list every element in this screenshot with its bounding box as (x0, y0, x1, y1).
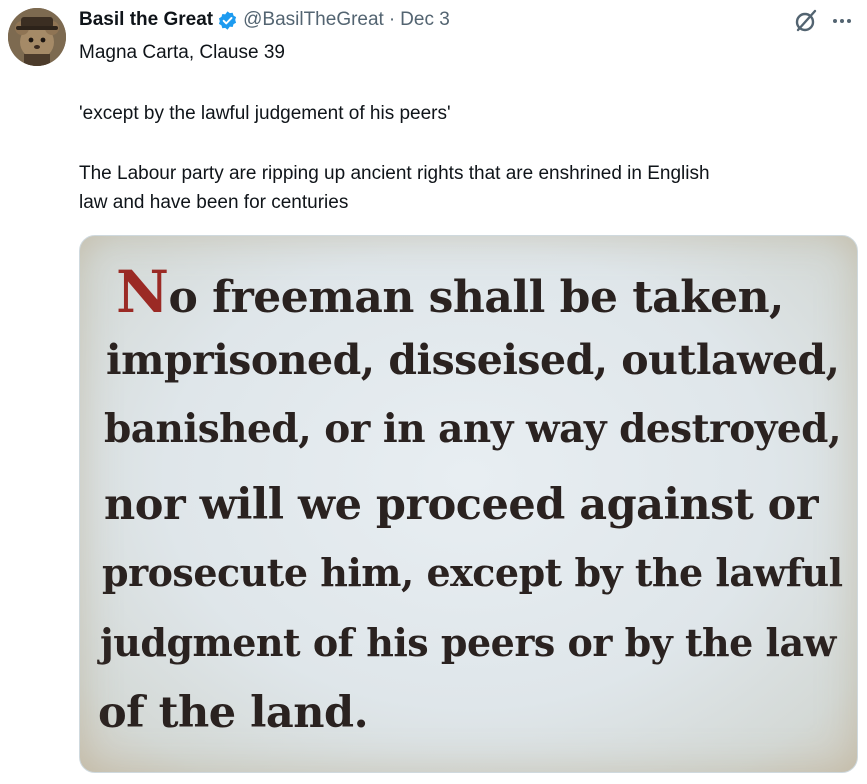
tweet-text-line-3: The Labour party are ripping up ancient … (79, 163, 710, 184)
image-text-line-6: judgment of his peers or by the law (100, 620, 836, 665)
avatar[interactable] (8, 8, 66, 66)
image-text-line-1: No freeman shall be taken, (116, 258, 784, 326)
handle[interactable]: @BasilTheGreat (243, 9, 384, 31)
image-dropcap: N (116, 258, 169, 326)
image-text-line-4: nor will we proceed against or (104, 480, 819, 530)
avatar-image (8, 8, 66, 66)
image-text-line-3: banished, or in any way destroyed, (104, 406, 842, 452)
tweet-text-line-4: law and have been for centuries (79, 192, 349, 213)
image-text-line-5: prosecute him, except by the lawful (102, 550, 843, 595)
display-name[interactable]: Basil the Great (79, 9, 213, 31)
separator-dot: · (388, 9, 396, 30)
tweet-actions-top (793, 8, 855, 34)
tweet-header: Basil the Great @BasilTheGreat · Dec 3 (79, 7, 450, 33)
tweet-text-line-1: Magna Carta, Clause 39 (79, 42, 285, 63)
image-text-line-1-rest: o freeman shall be taken, (168, 272, 785, 323)
tweet-text-line-2: 'except by the lawful judgement of his p… (79, 103, 451, 124)
grok-icon[interactable] (793, 8, 819, 34)
image-text-line-2: imprisoned, disseised, outlawed, (106, 336, 840, 384)
tweet: Basil the Great @BasilTheGreat · Dec 3 M (0, 0, 867, 784)
image-text-line-7: of the land. (98, 688, 369, 738)
more-icon[interactable] (829, 8, 855, 34)
verified-badge-icon (217, 10, 238, 31)
tweet-date[interactable]: Dec 3 (400, 9, 450, 31)
tweet-image[interactable]: No freeman shall be taken, imprisoned, d… (79, 235, 858, 773)
